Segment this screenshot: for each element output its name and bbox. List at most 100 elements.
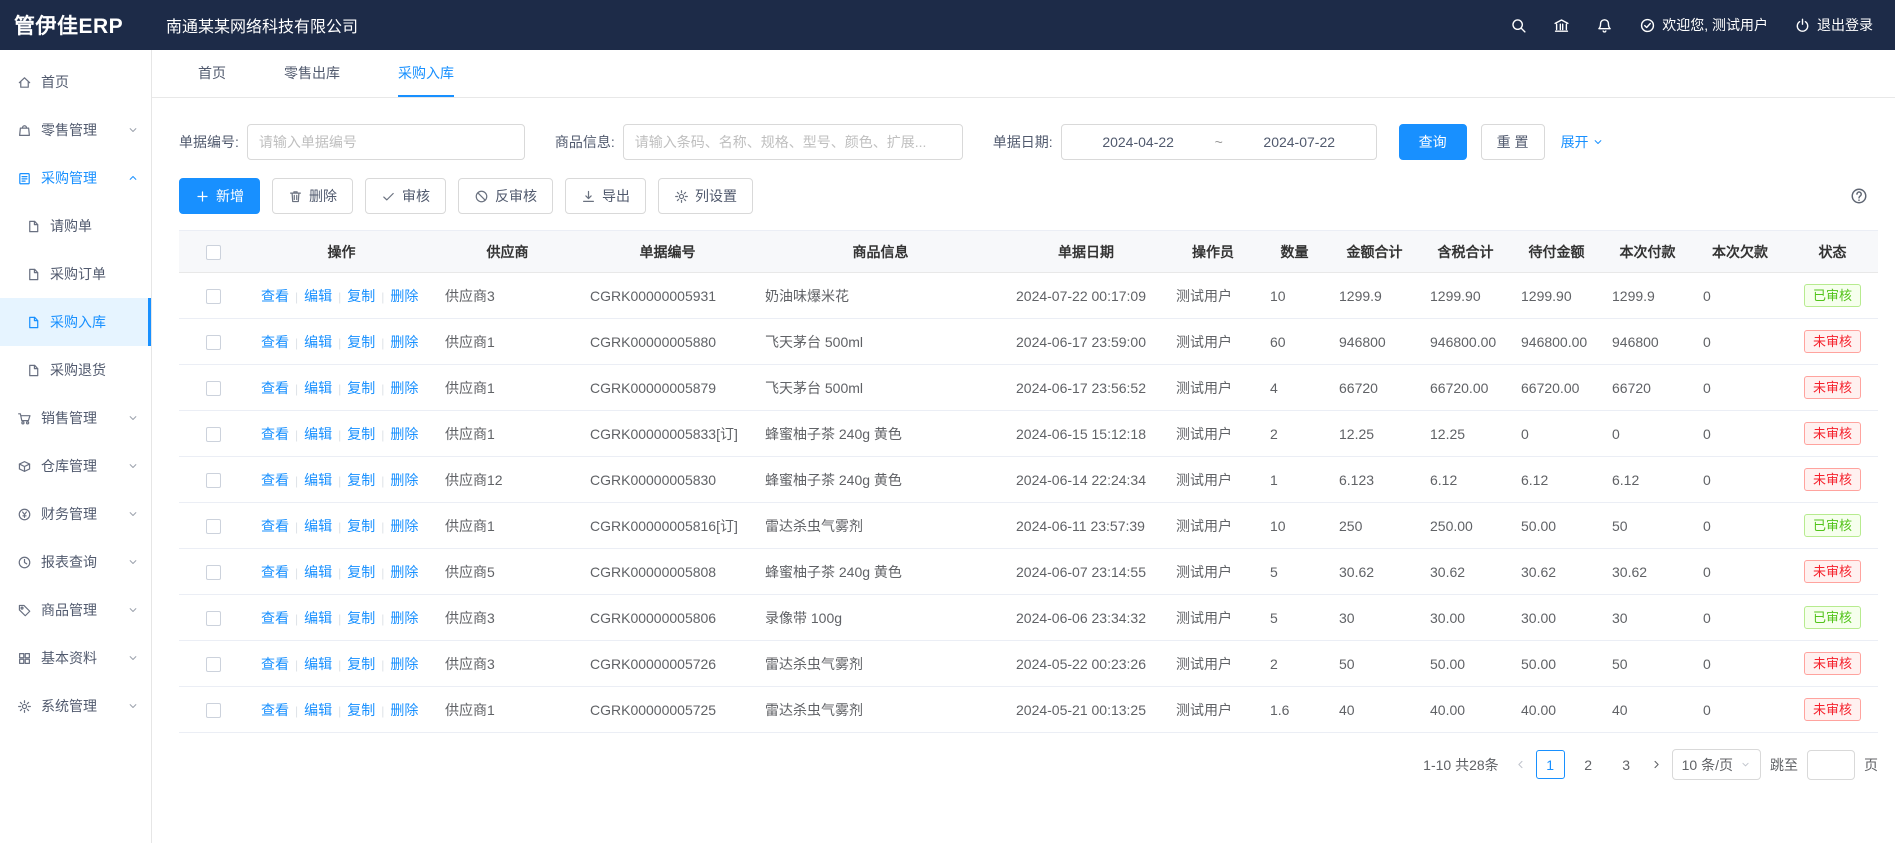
action-separator: |: [338, 382, 341, 396]
cell-to_pay: 30.62: [1511, 549, 1602, 595]
expand-link[interactable]: 展开: [1561, 132, 1604, 152]
row-action-copy[interactable]: 复制: [347, 702, 375, 718]
date-range-picker[interactable]: 2024-04-22 ~ 2024-07-22: [1061, 124, 1377, 160]
row-checkbox[interactable]: [206, 381, 221, 396]
row-action-edit[interactable]: 编辑: [304, 564, 332, 580]
tab-retail-outbound[interactable]: 零售出库: [284, 50, 340, 97]
cell-tax_total: 30.00: [1420, 595, 1511, 641]
sidebar-item-purchase-order[interactable]: 采购订单: [0, 250, 151, 298]
search-button[interactable]: 查询: [1399, 124, 1467, 160]
date-from-value[interactable]: 2024-04-22: [1062, 134, 1215, 150]
row-checkbox[interactable]: [206, 519, 221, 534]
row-action-delete[interactable]: 删除: [390, 334, 418, 350]
page-button-1[interactable]: 1: [1536, 750, 1565, 779]
row-action-delete[interactable]: 删除: [390, 564, 418, 580]
row-action-delete[interactable]: 删除: [390, 656, 418, 672]
prev-page-button[interactable]: [1514, 758, 1527, 771]
row-action-view[interactable]: 查看: [261, 656, 289, 672]
row-action-copy[interactable]: 复制: [347, 656, 375, 672]
sidebar-item-sales[interactable]: 销售管理: [0, 394, 151, 442]
row-action-edit[interactable]: 编辑: [304, 518, 332, 534]
row-action-view[interactable]: 查看: [261, 564, 289, 580]
bill-no-input[interactable]: [247, 124, 525, 160]
row-action-copy[interactable]: 复制: [347, 564, 375, 580]
help-icon[interactable]: [1850, 187, 1868, 205]
export-button[interactable]: 导出: [565, 178, 646, 214]
sidebar-item-warehouse[interactable]: 仓库管理: [0, 442, 151, 490]
row-action-edit[interactable]: 编辑: [304, 380, 332, 396]
row-action-view[interactable]: 查看: [261, 380, 289, 396]
sidebar-item-retail[interactable]: 零售管理: [0, 106, 151, 154]
unaudit-button[interactable]: 反审核: [458, 178, 553, 214]
row-checkbox[interactable]: [206, 657, 221, 672]
sidebar-item-purchase-request[interactable]: 请购单: [0, 202, 151, 250]
sidebar-item-home[interactable]: 首页: [0, 58, 151, 106]
sidebar-item-purchase-return[interactable]: 采购退货: [0, 346, 151, 394]
row-action-copy[interactable]: 复制: [347, 380, 375, 396]
row-action-delete[interactable]: 删除: [390, 610, 418, 626]
date-to-value[interactable]: 2024-07-22: [1223, 134, 1376, 150]
row-action-copy[interactable]: 复制: [347, 472, 375, 488]
row-checkbox[interactable]: [206, 289, 221, 304]
row-action-copy[interactable]: 复制: [347, 426, 375, 442]
jump-label: 跳至: [1770, 755, 1798, 775]
sidebar-item-report[interactable]: 报表查询: [0, 538, 151, 586]
sidebar-item-basic-data[interactable]: 基本资料: [0, 634, 151, 682]
next-page-button[interactable]: [1650, 758, 1663, 771]
row-action-edit[interactable]: 编辑: [304, 656, 332, 672]
select-all-checkbox[interactable]: [206, 245, 221, 260]
row-action-view[interactable]: 查看: [261, 426, 289, 442]
sidebar-item-goods[interactable]: 商品管理: [0, 586, 151, 634]
row-action-view[interactable]: 查看: [261, 610, 289, 626]
row-action-delete[interactable]: 删除: [390, 472, 418, 488]
column-settings-button[interactable]: 列设置: [658, 178, 753, 214]
row-action-edit[interactable]: 编辑: [304, 426, 332, 442]
jump-page-input[interactable]: [1807, 750, 1855, 780]
row-action-copy[interactable]: 复制: [347, 518, 375, 534]
row-action-delete[interactable]: 删除: [390, 518, 418, 534]
row-action-copy[interactable]: 复制: [347, 610, 375, 626]
cell-paid: 6.12: [1602, 457, 1693, 503]
row-action-view[interactable]: 查看: [261, 472, 289, 488]
row-action-copy[interactable]: 复制: [347, 288, 375, 304]
row-action-delete[interactable]: 删除: [390, 288, 418, 304]
row-action-edit[interactable]: 编辑: [304, 702, 332, 718]
row-action-delete[interactable]: 删除: [390, 702, 418, 718]
row-action-view[interactable]: 查看: [261, 334, 289, 350]
delete-button[interactable]: 删除: [272, 178, 353, 214]
tab-home[interactable]: 首页: [198, 50, 226, 97]
row-action-copy[interactable]: 复制: [347, 334, 375, 350]
logout-button[interactable]: 退出登录: [1794, 15, 1873, 35]
welcome-user[interactable]: 欢迎您, 测试用户: [1639, 15, 1768, 35]
row-action-edit[interactable]: 编辑: [304, 472, 332, 488]
page-button-3[interactable]: 3: [1612, 750, 1641, 779]
row-action-view[interactable]: 查看: [261, 288, 289, 304]
tab-purchase-inbound[interactable]: 采购入库: [398, 50, 454, 97]
search-icon[interactable]: [1510, 17, 1527, 34]
row-checkbox[interactable]: [206, 703, 221, 718]
bell-icon[interactable]: [1596, 17, 1613, 34]
sidebar-item-finance[interactable]: 财务管理: [0, 490, 151, 538]
row-action-delete[interactable]: 删除: [390, 426, 418, 442]
sidebar-item-purchase-inbound[interactable]: 采购入库: [0, 298, 151, 346]
bank-icon[interactable]: [1553, 17, 1570, 34]
product-info-input[interactable]: [623, 124, 963, 160]
row-checkbox[interactable]: [206, 427, 221, 442]
row-checkbox[interactable]: [206, 335, 221, 350]
page-button-2[interactable]: 2: [1574, 750, 1603, 779]
sidebar-item-system[interactable]: 系统管理: [0, 682, 151, 730]
row-action-edit[interactable]: 编辑: [304, 334, 332, 350]
row-checkbox[interactable]: [206, 611, 221, 626]
row-action-view[interactable]: 查看: [261, 518, 289, 534]
row-action-view[interactable]: 查看: [261, 702, 289, 718]
row-checkbox[interactable]: [206, 565, 221, 580]
add-button[interactable]: 新增: [179, 178, 260, 214]
row-action-edit[interactable]: 编辑: [304, 610, 332, 626]
reset-button[interactable]: 重 置: [1481, 124, 1545, 160]
audit-button[interactable]: 审核: [365, 178, 446, 214]
row-action-edit[interactable]: 编辑: [304, 288, 332, 304]
page-size-select[interactable]: 10 条/页: [1672, 749, 1761, 780]
sidebar-item-purchase[interactable]: 采购管理: [0, 154, 151, 202]
row-checkbox[interactable]: [206, 473, 221, 488]
row-action-delete[interactable]: 删除: [390, 380, 418, 396]
